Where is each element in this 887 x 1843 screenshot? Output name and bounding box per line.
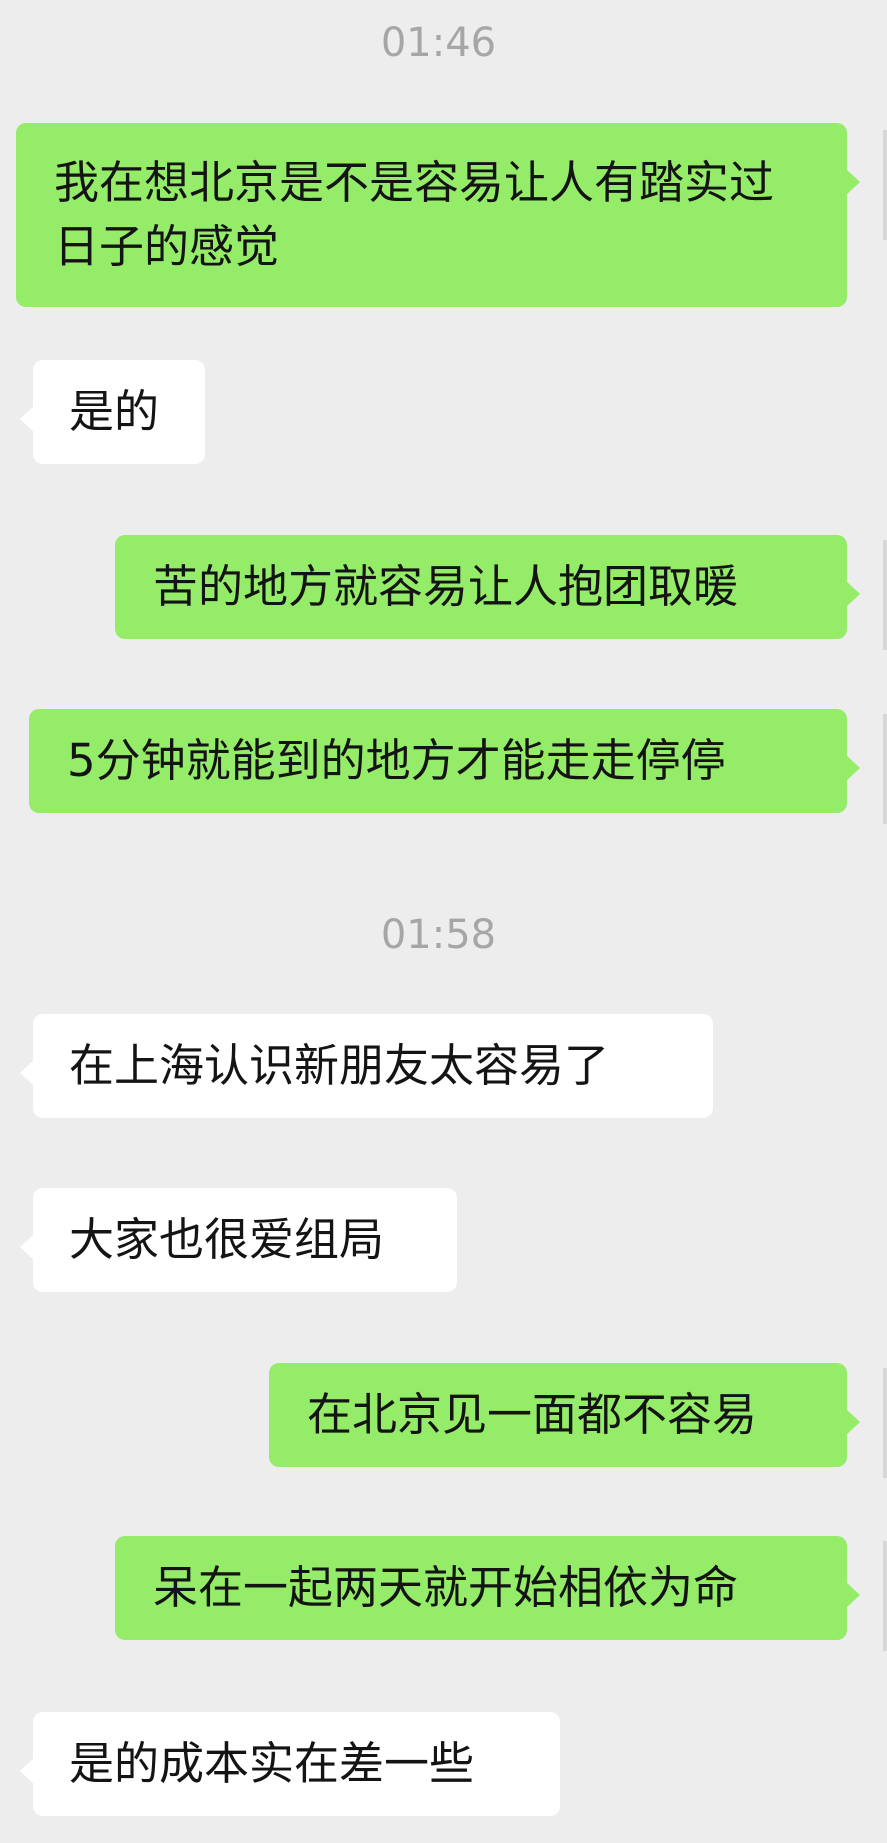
message-bubble-outgoing[interactable]: 我在想北京是不是容易让人有踏实过日子的感觉 [16, 123, 860, 307]
message-text: 在北京见一面都不容易 [307, 1388, 758, 1441]
avatar[interactable] [883, 130, 887, 240]
message-bubble-incoming[interactable]: 在上海认识新朋友太容易了 [20, 1014, 713, 1118]
avatar[interactable] [883, 1541, 887, 1651]
message-text: 大家也很爱组局 [69, 1213, 385, 1266]
avatar[interactable] [883, 714, 887, 824]
message-bubble-outgoing[interactable]: 呆在一起两天就开始相依为命 [115, 1536, 860, 1640]
message-bubble-incoming[interactable]: 大家也很爱组局 [20, 1188, 457, 1292]
avatar[interactable] [883, 540, 887, 650]
message-bubble-incoming[interactable]: 是的 [20, 360, 205, 464]
message-bubble-outgoing[interactable]: 苦的地方就容易让人抱团取暖 [115, 535, 860, 639]
message-text: 是的成本实在差一些 [69, 1737, 475, 1790]
message-bubble-outgoing[interactable]: 在北京见一面都不容易 [269, 1363, 860, 1467]
message-bubble-incoming[interactable]: 是的成本实在差一些 [20, 1712, 560, 1816]
message-text: 苦的地方就容易让人抱团取暖 [153, 560, 739, 613]
avatar[interactable] [883, 1368, 887, 1478]
chat-thread: 01:46 我在想北京是不是容易让人有踏实过日子的感觉 是的 苦的地方就容易让人… [0, 0, 887, 1843]
message-bubble-outgoing[interactable]: 5分钟就能到的地方才能走走停停 [29, 709, 860, 813]
message-text: 我在想北京是不是容易让人有踏实过日子的感觉 [54, 156, 775, 273]
message-text: 在上海认识新朋友太容易了 [69, 1039, 610, 1092]
message-text: 是的 [69, 385, 160, 438]
message-text: 5分钟就能到的地方才能走走停停 [67, 734, 726, 787]
timestamp: 01:58 [380, 912, 497, 958]
message-text: 呆在一起两天就开始相依为命 [153, 1561, 739, 1614]
timestamp: 01:46 [380, 20, 497, 66]
